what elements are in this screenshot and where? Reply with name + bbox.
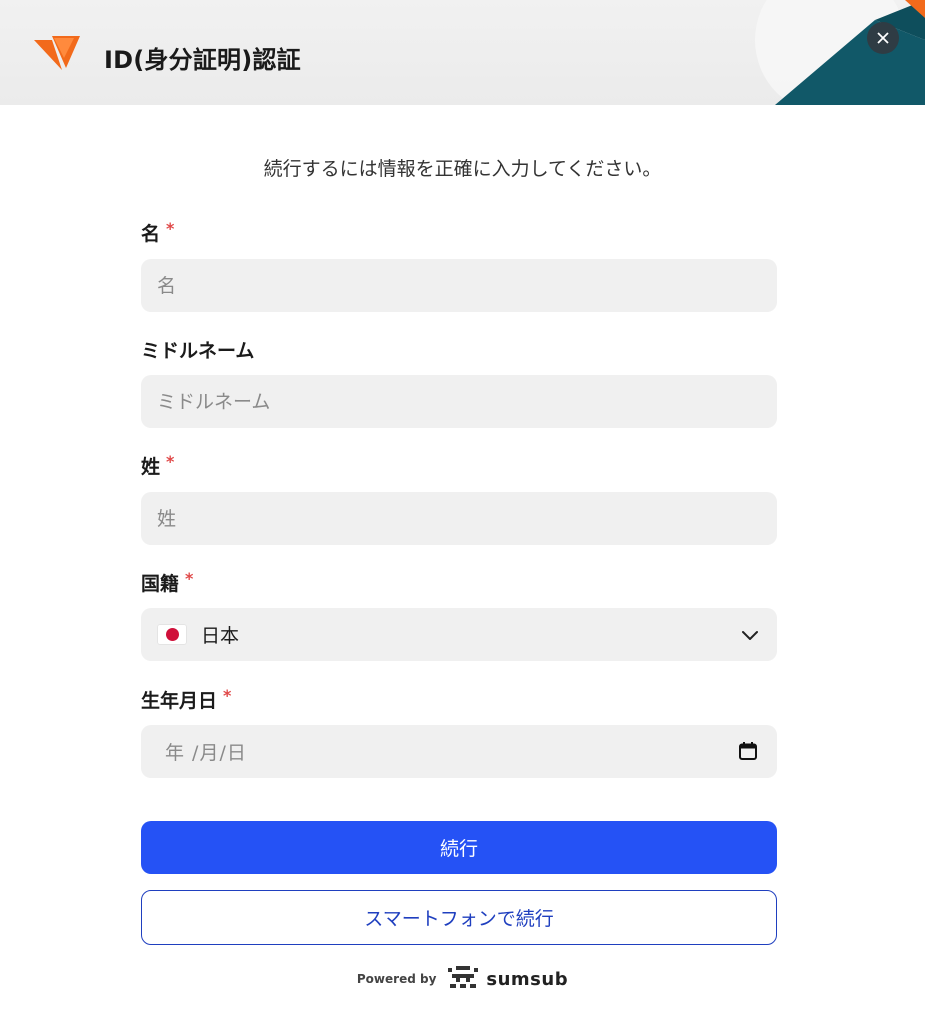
first-name-label-text: 名 [141,223,161,245]
instructions-text: 続行するには情報を正確に入力してください。 [263,158,662,180]
close-button[interactable] [867,22,899,54]
first-name-input[interactable] [141,259,777,312]
calendar-icon[interactable] [738,741,758,761]
header-decoration [755,0,925,105]
japan-flag-icon [157,624,187,645]
nationality-selected-value: 日本 [201,625,240,647]
header: ID(身分証明)認証 [0,0,925,105]
page-title: ID(身分証明)認証 [104,46,301,74]
middle-name-label-text: ミドルネーム [141,340,255,362]
middle-name-label: ミドルネーム [141,336,254,363]
required-mark: * [223,686,232,705]
required-mark: * [166,219,175,238]
birth-date-placeholder: 年 /月/日 [165,742,247,764]
logo-icon [34,36,80,70]
last-name-label: 姓 * [141,452,174,479]
last-name-label-text: 姓 [141,456,161,478]
continue-button[interactable]: 続行 [141,821,777,874]
nationality-label: 国籍 * [141,569,193,596]
birth-date-label: 生年月日 * [141,686,231,713]
sumsub-brand-text: sumsub [486,968,569,990]
birth-date-input[interactable]: 年 /月/日 [141,725,777,778]
sumsub-mark-icon [448,966,479,988]
nationality-label-text: 国籍 [141,573,180,595]
middle-name-input[interactable] [141,375,777,428]
chevron-down-icon [742,631,758,640]
close-icon [877,32,889,44]
required-mark: * [185,569,194,588]
last-name-input[interactable] [141,492,777,545]
required-mark: * [166,452,175,471]
powered-by-text: Powered by [356,972,437,986]
powered-by-footer: Powered by sumsub [0,966,925,992]
birth-date-label-text: 生年月日 [141,690,218,712]
first-name-label: 名 * [141,219,174,246]
continue-on-phone-button[interactable]: スマートフォンで続行 [141,890,777,945]
sumsub-logo: sumsub [446,966,568,992]
nationality-select[interactable]: 日本 [141,608,777,661]
